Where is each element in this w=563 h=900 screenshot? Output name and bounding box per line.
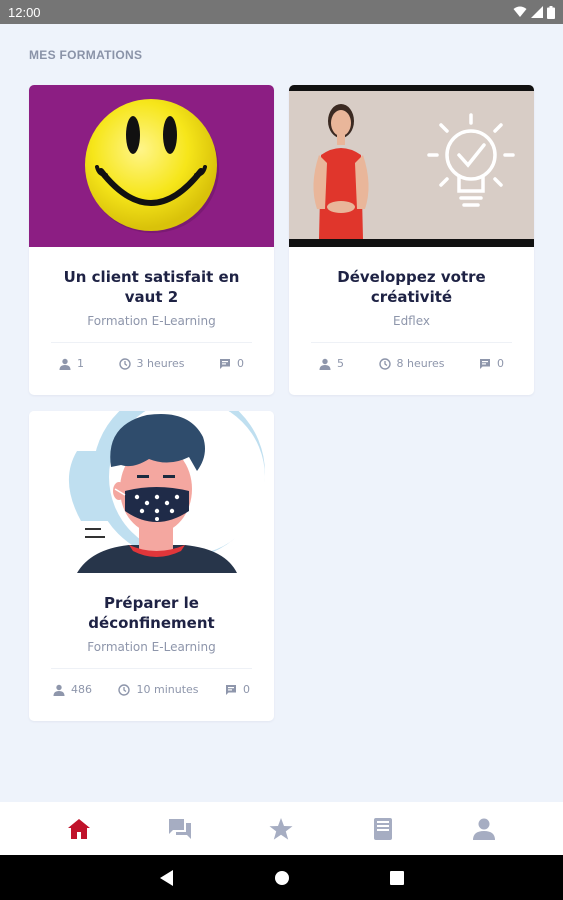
course-provider: Edflex	[392, 314, 431, 328]
duration-stat: 8 heures	[378, 357, 445, 370]
nav-catalog[interactable]	[363, 809, 403, 849]
status-bar: 12:00	[0, 0, 563, 24]
comments-stat: 0	[479, 357, 504, 370]
book-icon	[373, 817, 392, 840]
duration: 8 heures	[396, 357, 445, 370]
comment-icon	[226, 684, 236, 695]
duration-stat: 3 heures	[118, 357, 185, 370]
person-icon	[319, 358, 331, 370]
duration: 3 heures	[136, 357, 185, 370]
clock-icon	[118, 357, 131, 370]
home-circle-icon[interactable]	[274, 870, 290, 886]
learners-count: 1	[77, 357, 84, 370]
course-provider: Formation E-Learning	[87, 640, 216, 654]
learners-count: 486	[71, 683, 92, 696]
divider	[311, 342, 512, 343]
learners-stat: 486	[53, 683, 92, 696]
comments-stat: 0	[225, 683, 250, 696]
duration-stat: 10 minutes	[118, 683, 199, 696]
divider	[51, 668, 252, 669]
clock-icon	[378, 357, 391, 370]
comment-icon	[480, 358, 490, 369]
battery-icon	[547, 5, 555, 19]
nav-messages[interactable]	[160, 809, 200, 849]
person-icon	[59, 358, 71, 370]
comments-count: 0	[243, 683, 250, 696]
learners-stat: 5	[319, 357, 344, 370]
course-provider: Formation E-Learning	[87, 314, 216, 328]
course-title: Un client satisfait en vaut 2	[63, 268, 240, 306]
person-icon	[53, 684, 65, 696]
course-title: Préparer le déconfinement	[88, 594, 215, 632]
course-card[interactable]: Un client satisfait en vaut 2 Formation …	[29, 85, 274, 395]
chat-icon	[169, 818, 192, 839]
comment-icon	[220, 358, 230, 369]
course-stats: 1 3 heures 0	[29, 357, 274, 370]
system-nav-bar	[0, 855, 563, 900]
nav-profile[interactable]	[464, 809, 504, 849]
wifi-icon	[513, 6, 527, 17]
course-image-smiley	[29, 85, 274, 247]
back-icon[interactable]	[159, 869, 174, 886]
signal-icon	[531, 6, 543, 18]
home-icon	[67, 818, 90, 839]
course-stats: 486 10 minutes 0	[29, 683, 274, 696]
duration: 10 minutes	[136, 683, 199, 696]
comments-stat: 0	[219, 357, 244, 370]
recents-icon[interactable]	[389, 870, 404, 885]
section-title: MES FORMATIONS	[29, 48, 143, 62]
course-title: Développez votre créativité	[337, 268, 486, 306]
star-icon	[269, 817, 293, 840]
clock-icon	[118, 683, 131, 696]
status-icons	[513, 5, 555, 19]
learners-count: 5	[337, 357, 344, 370]
course-image-creativity	[289, 85, 534, 247]
course-card[interactable]: Préparer le déconfinement Formation E-Le…	[29, 411, 274, 721]
course-image-mask	[29, 411, 274, 573]
bottom-nav	[0, 802, 563, 855]
nav-favorites[interactable]	[261, 809, 301, 849]
course-stats: 5 8 heures 0	[289, 357, 534, 370]
comments-count: 0	[497, 357, 504, 370]
nav-home[interactable]	[59, 809, 99, 849]
learners-stat: 1	[59, 357, 84, 370]
course-card[interactable]: Développez votre créativité Edflex 5 8 h…	[289, 85, 534, 395]
comments-count: 0	[237, 357, 244, 370]
profile-icon	[473, 818, 496, 840]
divider	[51, 342, 252, 343]
status-time: 12:00	[8, 4, 41, 20]
